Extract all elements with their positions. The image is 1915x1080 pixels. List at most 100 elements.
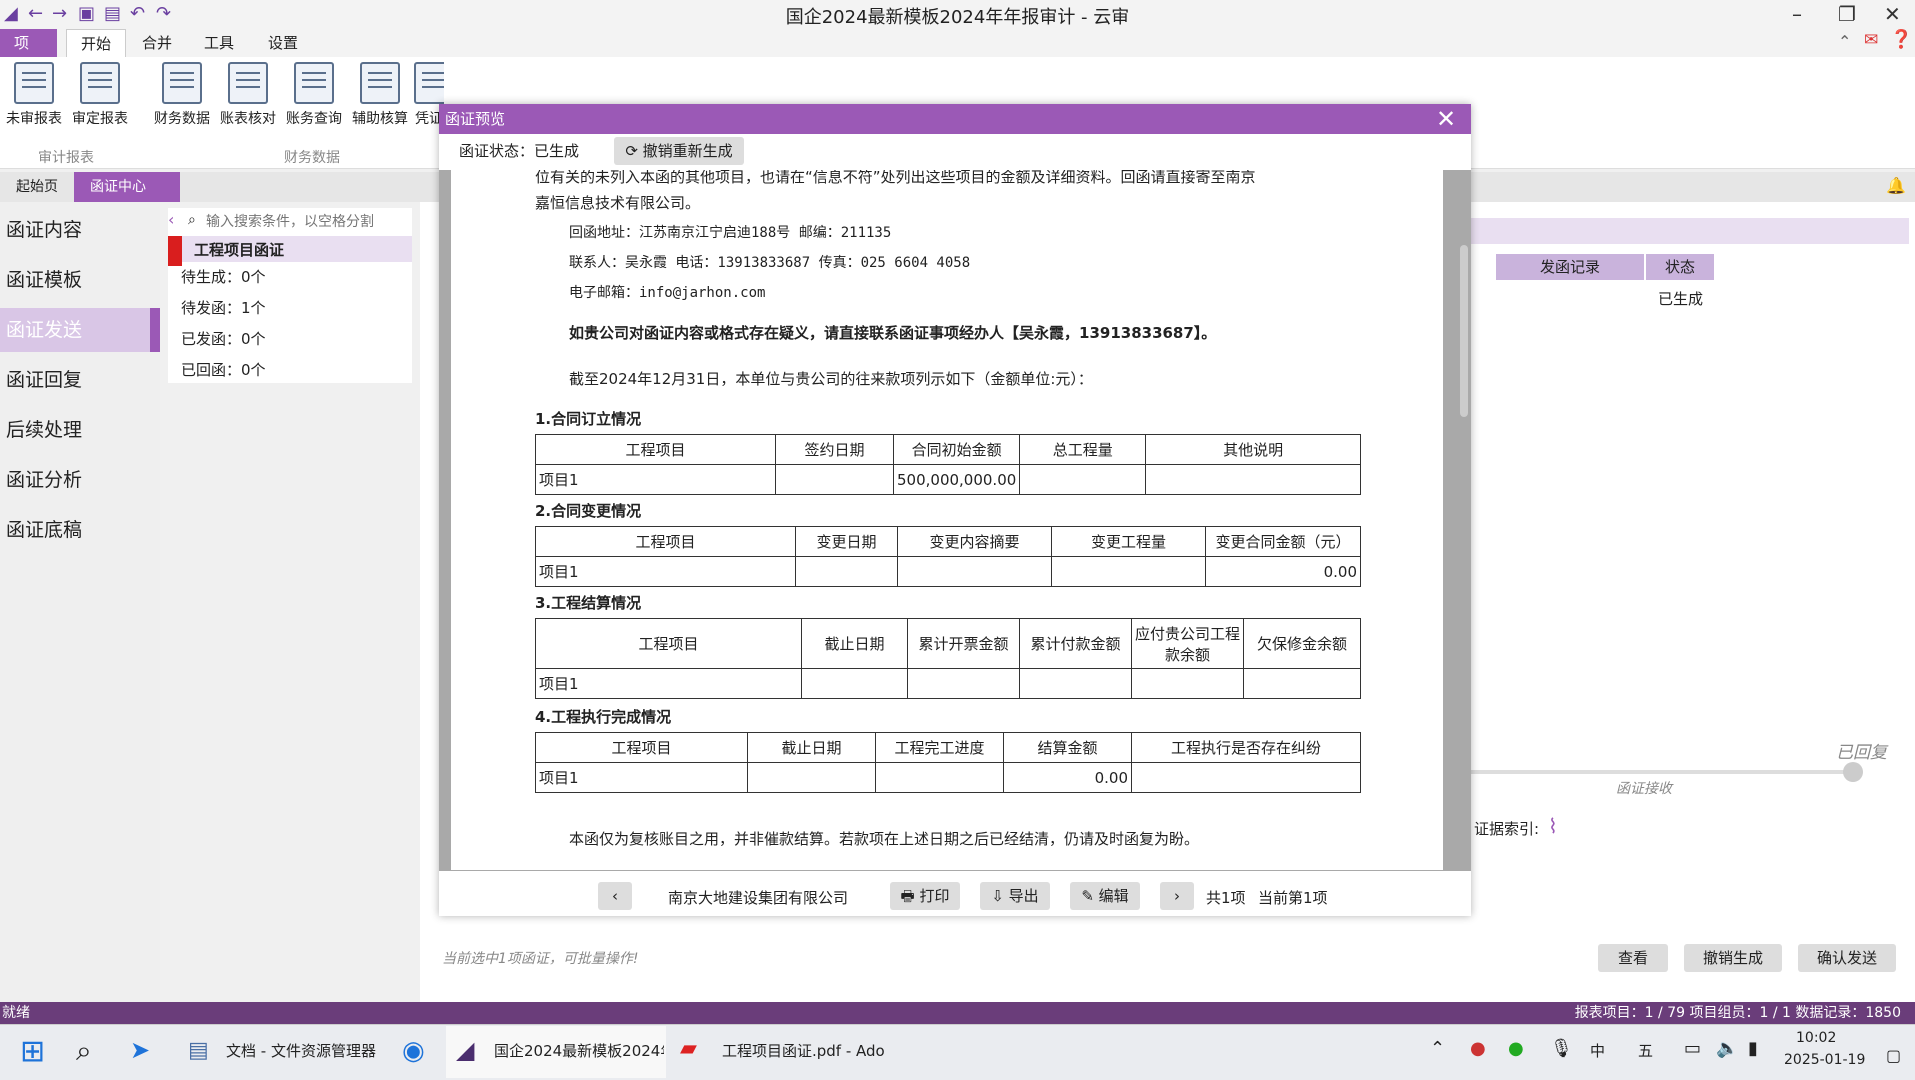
financial-data-button[interactable]: 财务数据 bbox=[150, 62, 214, 128]
nav-draft[interactable]: 函证底稿 bbox=[0, 508, 160, 552]
auxiliary-icon bbox=[360, 62, 400, 104]
table-change: 工程项目 变更日期 变更内容摘要 变更工程量 变更合同金额（元） 项目1 0.00 bbox=[535, 526, 1361, 587]
message-icon[interactable]: ✉ bbox=[1864, 30, 1878, 50]
revoke-generate-button[interactable]: 撤销生成 bbox=[1684, 944, 1782, 972]
nav-analysis[interactable]: 函证分析 bbox=[0, 458, 160, 502]
current-index: 当前第1项 bbox=[1258, 889, 1328, 907]
taskbar-pdf[interactable]: 工程项目函证.pdf - Ado bbox=[722, 1040, 885, 1061]
count-to-generate[interactable]: 待生成：0个 bbox=[181, 266, 266, 287]
menu-tab-project[interactable]: 项目 bbox=[0, 29, 57, 80]
check-icon bbox=[228, 62, 268, 104]
windows-start-icon[interactable]: ⊞ bbox=[20, 1034, 45, 1069]
auxiliary-button[interactable]: 辅助核算 bbox=[348, 62, 412, 128]
notification-icon[interactable]: ▢ bbox=[1886, 1046, 1901, 1065]
doc-line-0: 位有关的未列入本函的其他项目，也请在“信息不符”处列出这些项目的金额及详细资料。… bbox=[535, 170, 1256, 186]
company-name: 南京大地建设集团有限公司 bbox=[668, 889, 849, 907]
nav-reply[interactable]: 函证回复 bbox=[0, 358, 160, 402]
nav-content[interactable]: 函证内容 bbox=[0, 208, 160, 252]
account-query-button[interactable]: 账务查询 bbox=[282, 62, 346, 128]
status-ready: 就绪 bbox=[2, 1005, 30, 1021]
tab-confirmation-center[interactable]: 函证中心 bbox=[74, 172, 180, 202]
table-settlement: 工程项目 截止日期 累计开票金额 累计付款金额 应付贵公司工程款余额 欠保修金余额 项目1 bbox=[535, 618, 1361, 699]
confirm-send-button[interactable]: 确认发送 bbox=[1798, 944, 1896, 972]
yunshen-icon: ◢ bbox=[456, 1036, 475, 1064]
explorer-icon[interactable]: ▤ bbox=[188, 1038, 209, 1063]
regenerate-button[interactable]: ⟳ 撤销重新生成 bbox=[614, 137, 744, 165]
row-status: 已生成 bbox=[1658, 290, 1704, 308]
doc-asof: 截至2024年12月31日，本单位与贵公司的往来款项列示如下（金额单位:元）： bbox=[569, 370, 1093, 388]
app-pin-icon[interactable]: ➤ bbox=[130, 1036, 150, 1064]
doc-contact: 联系人：吴永霞 电话：13913833687 传真：025 6604 4058 bbox=[569, 255, 971, 271]
status-bar: 就绪 报表项目：1 / 79 项目组员：1 / 1 数据记录：1850 bbox=[0, 1002, 1915, 1024]
right-header-strip bbox=[1471, 218, 1909, 244]
tray-expand-icon[interactable]: ⌃ bbox=[1430, 1038, 1445, 1059]
ledger-check-button[interactable]: 账表核对 bbox=[216, 62, 280, 128]
section-1: 1.合同订立情况 bbox=[535, 410, 642, 428]
section-3: 3.工程结算情况 bbox=[535, 594, 642, 612]
wechat-icon[interactable]: ● bbox=[1508, 1038, 1524, 1059]
pdf-icon[interactable]: ▰ bbox=[680, 1036, 697, 1061]
audited-report-button[interactable]: 审定报表 bbox=[68, 62, 132, 128]
ime-indicator[interactable]: 中 bbox=[1590, 1040, 1605, 1061]
weekday-indicator[interactable]: 五 bbox=[1638, 1040, 1653, 1061]
data-icon bbox=[162, 62, 202, 104]
total-count: 共1项 bbox=[1206, 889, 1246, 907]
print-button[interactable]: 🖶 打印 bbox=[890, 882, 960, 910]
query-icon bbox=[294, 62, 334, 104]
report-search-icon bbox=[80, 62, 120, 104]
help-icon[interactable]: ❓ bbox=[1890, 29, 1912, 50]
tray-app-icon[interactable]: ● bbox=[1470, 1038, 1486, 1059]
flow-line bbox=[1471, 770, 1855, 774]
export-button[interactable]: ⇩ 导出 bbox=[980, 882, 1050, 910]
nav-template[interactable]: 函证模板 bbox=[0, 258, 160, 302]
menu-tab-settings[interactable]: 设置 bbox=[254, 29, 312, 57]
menu-tab-merge[interactable]: 合并 bbox=[128, 29, 186, 57]
edit-button[interactable]: ✎ 编辑 bbox=[1070, 882, 1140, 910]
nav-send[interactable]: 函证发送 bbox=[0, 308, 160, 352]
search-taskbar-icon[interactable]: ⌕ bbox=[76, 1034, 92, 1068]
category-header[interactable]: 工程项目函证 bbox=[168, 236, 412, 266]
battery-icon[interactable]: ▮ bbox=[1748, 1038, 1758, 1059]
tab-home[interactable]: 起始页 bbox=[0, 172, 74, 202]
menu-tab-tools[interactable]: 工具 bbox=[190, 29, 248, 57]
clock-time[interactable]: 10:02 bbox=[1796, 1030, 1836, 1046]
nav-followup[interactable]: 后续处理 bbox=[0, 408, 160, 452]
paperclip-icon[interactable]: ⌇ bbox=[1548, 814, 1558, 838]
edge-icon[interactable]: ◉ bbox=[402, 1036, 425, 1066]
view-button[interactable]: 查看 bbox=[1598, 944, 1668, 972]
doc-email: 电子邮箱：info@jarhon.com bbox=[569, 285, 766, 301]
report-icon bbox=[14, 62, 54, 104]
doc-scrollbar[interactable] bbox=[1460, 245, 1468, 417]
table-execution: 工程项目 截止日期 工程完工进度 结算金额 工程执行是否存在纠纷 项目1 0.00 bbox=[535, 732, 1361, 793]
microphone-icon[interactable]: 🎙 bbox=[1550, 1038, 1573, 1059]
count-sent[interactable]: 已发函：0个 bbox=[181, 328, 266, 349]
doc-line-1: 嘉恒信息技术有限公司。 bbox=[535, 194, 701, 212]
next-icon[interactable]: › bbox=[1160, 882, 1194, 910]
taskbar-active-app[interactable]: ◢ 国企2024最新模板2024年 bbox=[446, 1026, 666, 1078]
doc-footer: 本函仅为复核账目之用，并非催款结算。若款项在上述日期之后已经结清，仍请及时函复为… bbox=[569, 830, 1200, 848]
section-2: 2.合同变更情况 bbox=[535, 502, 642, 520]
volume-icon[interactable]: 🔈 bbox=[1716, 1038, 1738, 1059]
status-row: 函证状态：已生成 bbox=[459, 142, 580, 160]
close-window-icon[interactable]: ✕ bbox=[1884, 2, 1901, 26]
clock-date[interactable]: 2025-01-19 bbox=[1784, 1052, 1865, 1068]
count-replied[interactable]: 已回函：0个 bbox=[181, 359, 266, 380]
red-flag-icon bbox=[168, 236, 182, 266]
minimize-icon[interactable]: – bbox=[1792, 2, 1802, 26]
restore-icon[interactable]: ❐ bbox=[1838, 2, 1856, 26]
network-icon[interactable]: ▭ bbox=[1684, 1038, 1701, 1059]
collapse-ribbon-icon[interactable]: ⌃ bbox=[1838, 32, 1851, 51]
taskbar-explorer[interactable]: 文档 - 文件资源管理器 bbox=[226, 1040, 376, 1061]
count-to-send[interactable]: 待发函：1个 bbox=[181, 297, 266, 318]
col-status: 状态 bbox=[1646, 254, 1714, 280]
unaudited-report-button[interactable]: 未审报表 bbox=[2, 62, 66, 128]
close-icon[interactable]: ✕ bbox=[1436, 104, 1456, 134]
table-contract: 工程项目 签约日期 合同初始金额 总工程量 其他说明 项目1 500,000,000.00 bbox=[535, 434, 1361, 495]
menu-tab-start[interactable]: 开始 bbox=[66, 29, 127, 57]
search-input[interactable] bbox=[206, 211, 406, 231]
prev-icon[interactable]: ‹ bbox=[598, 882, 632, 910]
bell-icon[interactable]: 🔔 bbox=[1886, 176, 1906, 195]
flow-step-icon bbox=[1843, 762, 1863, 782]
batch-hint: 当前选中1项函证，可批量操作! bbox=[442, 951, 639, 967]
chevron-left-icon[interactable]: ‹ bbox=[168, 210, 174, 229]
